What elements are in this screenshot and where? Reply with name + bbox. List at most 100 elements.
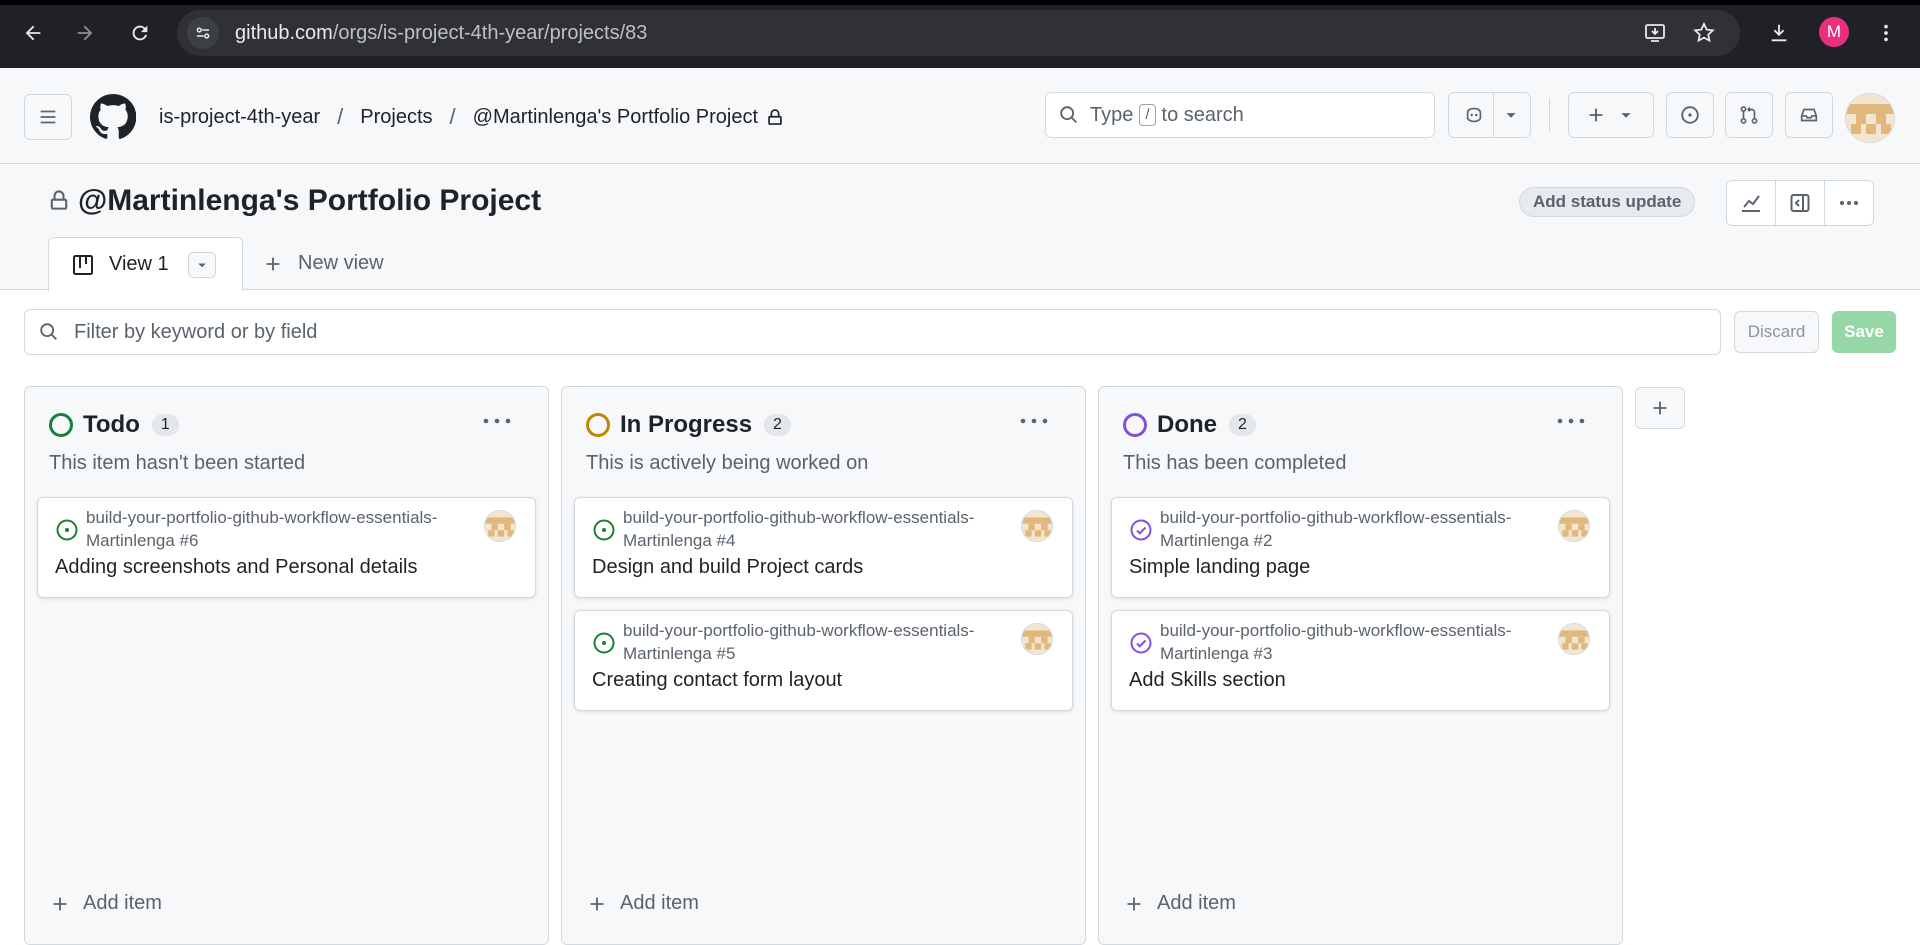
insights-button[interactable]: [1727, 181, 1776, 225]
search-icon: [1060, 106, 1077, 123]
identicon-icon: [485, 511, 515, 541]
browser-menu-button[interactable]: [1866, 13, 1906, 53]
column-menu-icon[interactable]: [1554, 411, 1588, 431]
add-status-update-button[interactable]: Add status update: [1519, 187, 1696, 217]
assignee-avatar[interactable]: [1021, 510, 1053, 542]
breadcrumb-project[interactable]: @Martinlenga's Portfolio Project: [473, 106, 758, 129]
hamburger-icon: [40, 110, 56, 124]
project-card[interactable]: build-your-portfolio-github-workflow-ess…: [574, 610, 1073, 711]
toggle-sidepanel-button[interactable]: [1776, 181, 1825, 225]
browser-profile-avatar[interactable]: M: [1819, 17, 1849, 47]
kebab-menu-icon: [1884, 24, 1888, 42]
status-ring-icon: [586, 413, 610, 437]
install-app-icon[interactable]: [1643, 21, 1667, 45]
reload-button[interactable]: [120, 13, 160, 53]
downloads-button[interactable]: [1759, 13, 1799, 53]
address-bar[interactable]: github.com/orgs/is-project-4th-year/proj…: [177, 10, 1740, 56]
search-shortcut-key: /: [1139, 104, 1156, 126]
pull-requests-button[interactable]: [1725, 92, 1773, 138]
identicon-icon: [1022, 511, 1052, 541]
plus-icon: [1653, 401, 1667, 415]
issues-button[interactable]: [1666, 92, 1714, 138]
github-logo-icon[interactable]: [90, 94, 136, 140]
card-repository[interactable]: build-your-portfolio-github-workflow-ess…: [623, 619, 993, 665]
status-ring-icon: [1123, 413, 1147, 437]
plus-icon: [590, 897, 604, 910]
url-path: /orgs/is-project-4th-year/projects/83: [332, 22, 648, 44]
view-tab-label: View 1: [109, 253, 169, 275]
card-repository[interactable]: build-your-portfolio-github-workflow-ess…: [1160, 506, 1530, 552]
column-header: Todo 1: [49, 411, 179, 439]
new-view-button[interactable]: New view: [262, 252, 384, 275]
project-toolbar: [1726, 180, 1874, 226]
tab-view-1[interactable]: View 1: [48, 237, 243, 291]
inbox-button[interactable]: [1785, 92, 1833, 138]
assignee-avatar[interactable]: [1558, 510, 1590, 542]
board-column-in-progress: In Progress 2 This is actively being wor…: [561, 386, 1086, 945]
discard-button[interactable]: Discard: [1734, 311, 1819, 353]
assignee-avatar[interactable]: [1021, 623, 1053, 655]
forward-button[interactable]: [65, 13, 105, 53]
filter-placeholder: Filter by keyword or by field: [74, 320, 318, 343]
site-settings-icon[interactable]: [187, 17, 219, 49]
chevron-down-icon[interactable]: [1500, 104, 1522, 126]
issue-opened-icon: [1681, 106, 1699, 124]
create-new-button[interactable]: [1568, 92, 1654, 138]
identicon-icon: [1559, 511, 1589, 541]
column-name: Done: [1157, 411, 1217, 438]
arrow-left-icon: [25, 25, 41, 41]
issue-opened-icon: [56, 519, 78, 541]
card-repository[interactable]: build-your-portfolio-github-workflow-ess…: [623, 506, 993, 552]
copilot-icon: [1466, 107, 1482, 123]
add-item-button[interactable]: Add item: [586, 892, 699, 915]
add-item-button[interactable]: Add item: [49, 892, 162, 915]
add-item-label: Add item: [620, 892, 699, 914]
column-menu-icon[interactable]: [480, 411, 514, 431]
card-title[interactable]: Creating contact form layout: [592, 669, 842, 692]
breadcrumb-projects[interactable]: Projects: [360, 106, 432, 129]
url-host: github.com: [235, 22, 333, 44]
filter-input[interactable]: Filter by keyword or by field: [24, 309, 1721, 355]
column-menu-icon[interactable]: [1017, 411, 1051, 431]
project-card[interactable]: build-your-portfolio-github-workflow-ess…: [1111, 497, 1610, 598]
add-item-label: Add item: [83, 892, 162, 914]
view-options-button[interactable]: [188, 252, 216, 278]
card-repository[interactable]: build-your-portfolio-github-workflow-ess…: [1160, 619, 1530, 665]
project-menu-button[interactable]: [1825, 181, 1873, 225]
search-placeholder-suffix: to search: [1161, 103, 1244, 126]
chevron-down-icon: [1621, 113, 1631, 118]
add-item-label: Add item: [1157, 892, 1236, 914]
assignee-avatar[interactable]: [484, 510, 516, 542]
breadcrumb-org[interactable]: is-project-4th-year: [159, 106, 320, 129]
board-column-done: Done 2 This has been completed build-you…: [1098, 386, 1623, 945]
column-header: In Progress 2: [586, 411, 791, 439]
global-search-input[interactable]: Type / to search: [1045, 92, 1435, 138]
plus-icon: [266, 257, 280, 270]
lock-icon: [768, 109, 782, 125]
global-menu-button[interactable]: [24, 94, 72, 140]
issue-opened-icon: [593, 632, 615, 654]
issue-closed-icon: [1130, 632, 1152, 654]
card-title[interactable]: Add Skills section: [1129, 669, 1286, 692]
bookmark-star-icon[interactable]: [1692, 21, 1716, 45]
new-view-label: New view: [298, 252, 384, 274]
project-card[interactable]: build-your-portfolio-github-workflow-ess…: [574, 497, 1073, 598]
card-repository[interactable]: build-your-portfolio-github-workflow-ess…: [86, 506, 456, 552]
board-column-todo: Todo 1 This item hasn't been started bui…: [24, 386, 549, 945]
column-count: 2: [764, 414, 791, 436]
column-name: In Progress: [620, 411, 753, 438]
identicon-icon: [1846, 94, 1894, 142]
assignee-avatar[interactable]: [1558, 623, 1590, 655]
copilot-button[interactable]: [1448, 92, 1531, 138]
breadcrumb-separator: /: [449, 104, 456, 129]
user-avatar[interactable]: [1845, 93, 1895, 143]
add-item-button[interactable]: Add item: [1123, 892, 1236, 915]
back-button[interactable]: [13, 13, 53, 53]
project-card[interactable]: build-your-portfolio-github-workflow-ess…: [37, 497, 536, 598]
add-column-button[interactable]: [1635, 387, 1685, 429]
card-title[interactable]: Simple landing page: [1129, 556, 1310, 579]
save-button[interactable]: Save: [1832, 311, 1896, 353]
card-title[interactable]: Adding screenshots and Personal details: [55, 556, 417, 579]
project-card[interactable]: build-your-portfolio-github-workflow-ess…: [1111, 610, 1610, 711]
card-title[interactable]: Design and build Project cards: [592, 556, 863, 579]
